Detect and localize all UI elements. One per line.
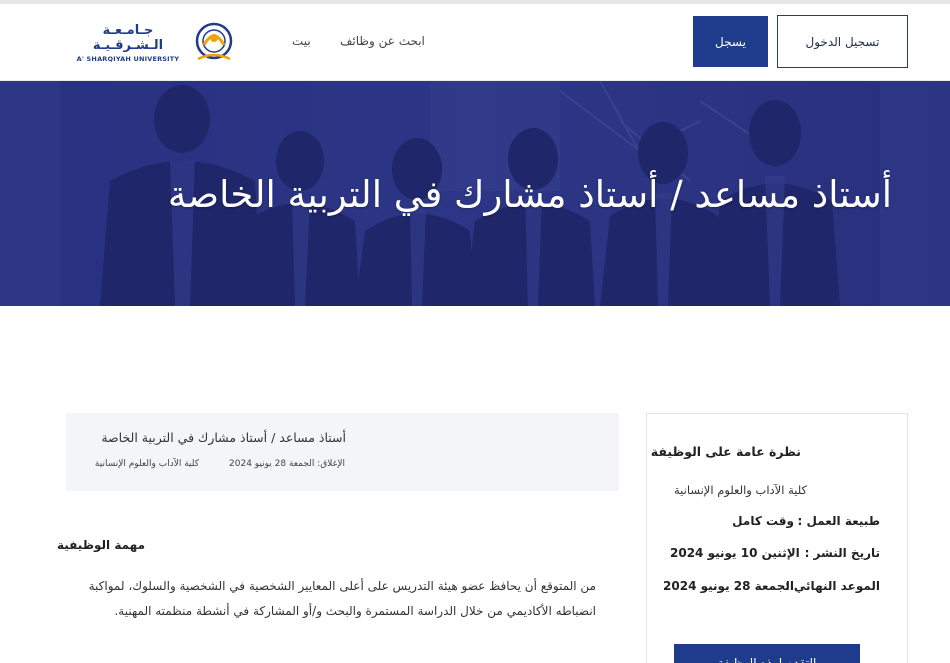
overview-title: نظرة عامة على الوظيفة <box>650 444 801 459</box>
overview-college: كلية الآداب والعلوم الإنسانية <box>673 483 807 497</box>
job-title-heading: أستاذ مساعد / أستاذ مشارك في التربية الخ… <box>167 173 892 216</box>
overview-row-posted-date: تاريخ النشر : الإثنين 10 يونيو 2024 <box>670 546 880 560</box>
overview-row-value: الجمعة 28 يونيو 2024 <box>663 579 794 593</box>
overview-row-label: طبيعة العمل : <box>797 514 880 528</box>
overview-row-deadline: الموعد النهائي : الجمعة 28 يونيو 2024 <box>663 579 880 593</box>
overview-row-value: وقت كامل <box>732 514 794 528</box>
overview-row-work-type: طبيعة العمل : وقت كامل <box>670 514 880 528</box>
apply-job-button[interactable]: التقدم لهذه الوظيفة <box>674 644 860 663</box>
hero-banner: أستاذ مساعد / أستاذ مشارك في التربية الخ… <box>0 81 950 306</box>
overview-row-label: الموعد النهائي : <box>784 579 880 593</box>
job-overview-panel: نظرة عامة على الوظيفة كلية الآداب والعلو… <box>646 413 908 663</box>
job-summary-card: أستاذ مساعد / أستاذ مشارك في التربية الخ… <box>66 413 619 491</box>
summary-college: كلية الآداب والعلوم الإنسانية <box>94 459 199 469</box>
summary-job-title: أستاذ مساعد / أستاذ مشارك في التربية الخ… <box>101 430 346 445</box>
university-logo[interactable]: جـامـعـة الـشـرقـيـة A' SHARQIYAH UNIVER… <box>72 18 244 68</box>
nav-home-link[interactable]: بيت <box>292 34 311 48</box>
register-button[interactable]: يسجل <box>693 16 768 67</box>
logo-english-text: A' SHARQIYAH UNIVERSITY <box>76 55 180 63</box>
site-header: تسجيل الدخول يسجل ابحث عن وظائف بيت جـام… <box>0 4 950 81</box>
nav-find-jobs-link[interactable]: ابحث عن وظائف <box>340 34 425 48</box>
overview-row-label: تاريخ النشر : <box>804 546 880 560</box>
overview-row-value: الإثنين 10 يونيو 2024 <box>670 546 800 560</box>
job-mission-heading: مهمة الوظيفية <box>56 538 145 552</box>
university-emblem-icon <box>195 22 233 61</box>
login-button[interactable]: تسجيل الدخول <box>777 15 908 68</box>
logo-wordmark: جـامـعـة الـشـرقـيـة A' SHARQIYAH UNIVER… <box>72 23 184 63</box>
summary-closing-date: الإغلاق: الجمعة 28 يونيو 2024 <box>229 459 345 469</box>
logo-arabic-text: جـامـعـة الـشـرقـيـة <box>92 23 164 53</box>
job-mission-text: من المتوقع أن يحافظ عضو هيئة التدريس على… <box>88 579 596 618</box>
